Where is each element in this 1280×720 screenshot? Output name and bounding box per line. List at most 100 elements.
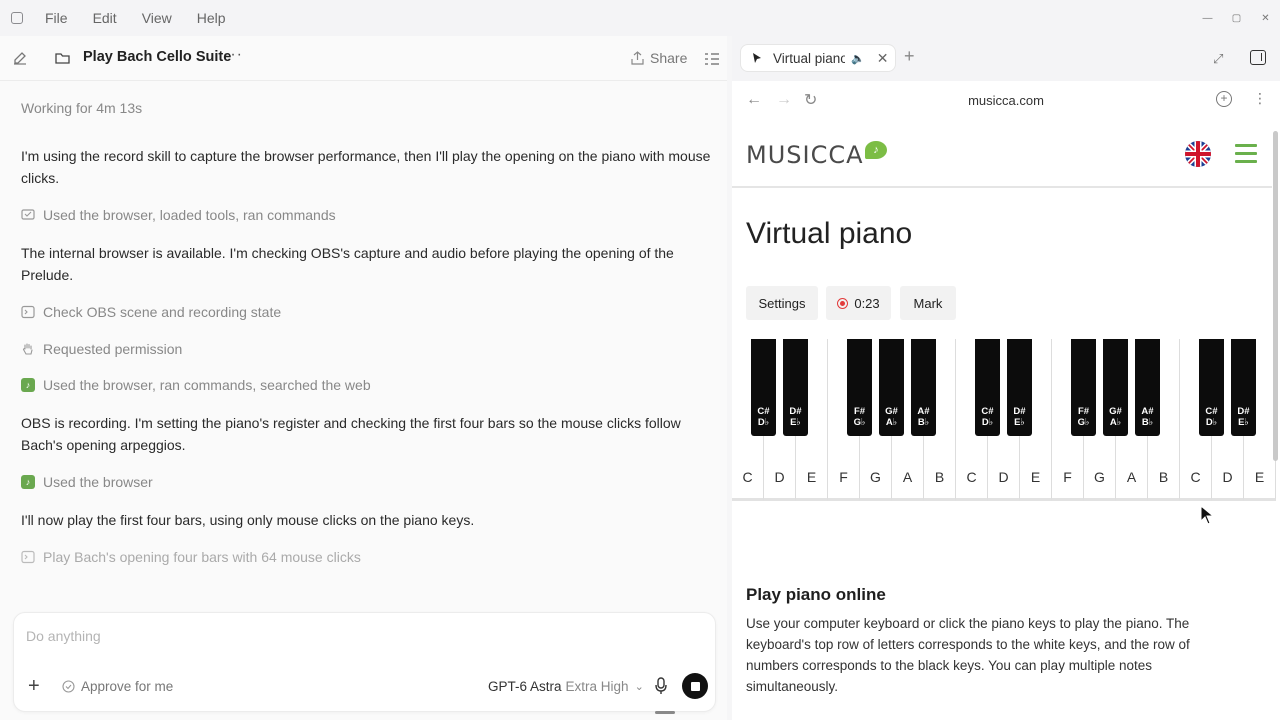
add-circle-icon[interactable]: + — [1216, 91, 1232, 107]
white-key-label: A — [902, 469, 913, 485]
close-tab-icon[interactable]: ✕ — [877, 50, 889, 67]
step-item[interactable]: ♪ Used the browser — [21, 474, 153, 490]
speaker-icon[interactable]: 🔈 — [851, 52, 865, 65]
music-note-icon: ♪ — [21, 475, 35, 489]
menu-file[interactable]: File — [45, 10, 68, 26]
black-key[interactable]: F# G♭ — [1071, 339, 1096, 436]
menu-view[interactable]: View — [142, 10, 172, 26]
record-timer: 0:23 — [854, 295, 880, 311]
url-field[interactable]: musicca.com — [732, 93, 1280, 108]
tab-bar: Virtual piano 🔈 ✕ + ⤢ — [732, 36, 1280, 81]
stop-button[interactable] — [682, 673, 708, 699]
menu-edit[interactable]: Edit — [93, 10, 117, 26]
address-bar: ← → ↻ musicca.com + ⋮ — [732, 81, 1280, 121]
black-key[interactable]: G# A♭ — [1103, 339, 1128, 436]
chat-header: Play Bach Cello Suite ··· Share — [0, 36, 727, 81]
task-list-icon[interactable] — [704, 51, 720, 67]
black-key[interactable]: D# E♭ — [1007, 339, 1032, 436]
new-tab-icon[interactable]: + — [904, 46, 915, 67]
minimize-icon[interactable]: — — [1193, 13, 1222, 24]
black-key[interactable]: D# E♭ — [1231, 339, 1256, 436]
step-label: Used the browser, ran commands, searched… — [43, 377, 371, 393]
uk-flag-icon[interactable] — [1185, 141, 1211, 167]
share-button[interactable]: Share — [631, 50, 687, 66]
menu-bar: File Edit View Help — ▢ ✕ — [0, 0, 1280, 36]
white-key-label: E — [1030, 469, 1041, 485]
settings-label: Settings — [758, 295, 806, 311]
new-chat-icon[interactable] — [12, 50, 28, 66]
white-key-label: E — [1254, 469, 1265, 485]
white-key-label: C — [742, 469, 753, 485]
assistant-message: The internal browser is available. I'm c… — [21, 245, 674, 283]
chat-title[interactable]: Play Bach Cello Suite — [83, 49, 231, 65]
white-key-label: D — [774, 469, 785, 485]
black-key[interactable]: A# B♭ — [1135, 339, 1160, 436]
black-key[interactable]: D# E♭ — [783, 339, 808, 436]
black-key[interactable]: G# A♭ — [879, 339, 904, 436]
hamburger-menu-icon[interactable] — [1235, 144, 1257, 168]
resize-handle[interactable] — [655, 711, 675, 714]
stop-icon — [690, 681, 700, 691]
mark-button[interactable]: Mark — [900, 286, 956, 320]
composer: + Approve for me GPT-6 Astra Extra High … — [13, 612, 716, 712]
piano-keyboard: C D E F G A B C D E F G A B C D E C# D♭ D# E♭ F# G♭ G# A♭ A# … — [732, 339, 1276, 501]
record-icon — [837, 297, 849, 309]
browser-pane: Virtual piano 🔈 ✕ + ⤢ ← → ↻ musicca.com … — [732, 36, 1280, 720]
settings-button[interactable]: Settings — [746, 286, 818, 320]
web-page: MUSICCA ♪ Virtual piano Settings 0:23 Ma… — [732, 121, 1280, 720]
black-key[interactable]: F# G♭ — [847, 339, 872, 436]
white-key-label: B — [934, 469, 945, 485]
step-item[interactable]: Check OBS scene and recording state — [21, 304, 281, 320]
black-key[interactable]: C# D♭ — [1199, 339, 1224, 436]
scrollbar[interactable] — [1273, 131, 1278, 461]
music-note-icon: ♪ — [21, 378, 35, 392]
folder-icon — [55, 53, 70, 64]
white-key-label: D — [1222, 469, 1233, 485]
tab-virtual-piano[interactable]: Virtual piano 🔈 ✕ — [740, 44, 896, 72]
black-key-label: D# E♭ — [789, 406, 802, 428]
black-key-label: G# A♭ — [1109, 406, 1122, 428]
expand-icon[interactable]: ⤢ — [1213, 51, 1223, 67]
assistant-message: I'll now play the first four bars, using… — [21, 512, 475, 528]
black-key-label: D# E♭ — [1013, 406, 1026, 428]
step-item[interactable]: Requested permission — [21, 341, 182, 357]
step-item[interactable]: Used the browser, loaded tools, ran comm… — [21, 207, 336, 223]
maximize-icon[interactable]: ▢ — [1222, 13, 1251, 24]
black-key[interactable]: C# D♭ — [751, 339, 776, 436]
white-key-label: G — [870, 469, 881, 485]
step-item[interactable]: ♪ Used the browser, ran commands, search… — [21, 377, 371, 393]
approve-label: Approve for me — [81, 679, 174, 694]
black-key[interactable]: C# D♭ — [975, 339, 1000, 436]
page-title: Virtual piano — [746, 217, 913, 250]
black-key-label: D# E♭ — [1237, 406, 1250, 428]
step-label: Used the browser, loaded tools, ran comm… — [43, 207, 336, 223]
microphone-icon[interactable] — [654, 677, 668, 695]
chat-pane: Play Bach Cello Suite ··· Share Working … — [0, 36, 727, 720]
kebab-menu-icon[interactable]: ⋮ — [1253, 90, 1267, 107]
close-window-icon[interactable]: ✕ — [1251, 13, 1280, 24]
working-status: Working for 4m 13s — [21, 100, 143, 116]
black-key-label: C# D♭ — [1205, 406, 1218, 428]
chevron-down-icon: ⌄ — [634, 681, 644, 693]
black-key-label: C# D♭ — [981, 406, 994, 428]
effort-level: Extra High — [565, 679, 629, 694]
black-key-label: A# B♭ — [917, 406, 930, 428]
cursor-favicon-icon — [753, 53, 761, 63]
share-label: Share — [650, 50, 688, 66]
step-label: Used the browser — [43, 474, 153, 490]
add-attachment-icon[interactable]: + — [28, 675, 40, 698]
site-logo[interactable]: MUSICCA — [746, 141, 864, 169]
prompt-input[interactable] — [26, 628, 626, 644]
more-options-icon[interactable]: ··· — [224, 46, 243, 64]
white-key-label: C — [966, 469, 977, 485]
menu-help[interactable]: Help — [197, 10, 226, 26]
step-label: Play Bach's opening four bars with 64 mo… — [43, 549, 361, 565]
side-panel-icon[interactable] — [1250, 50, 1266, 65]
white-key-label: C — [1190, 469, 1201, 485]
step-item-active[interactable]: Play Bach's opening four bars with 64 mo… — [21, 549, 361, 565]
record-button[interactable]: 0:23 — [826, 286, 891, 320]
model-selector[interactable]: GPT-6 Astra Extra High ⌄ — [488, 679, 644, 694]
tab-title: Virtual piano — [773, 50, 845, 66]
approve-toggle[interactable]: Approve for me — [62, 679, 173, 694]
black-key[interactable]: A# B♭ — [911, 339, 936, 436]
